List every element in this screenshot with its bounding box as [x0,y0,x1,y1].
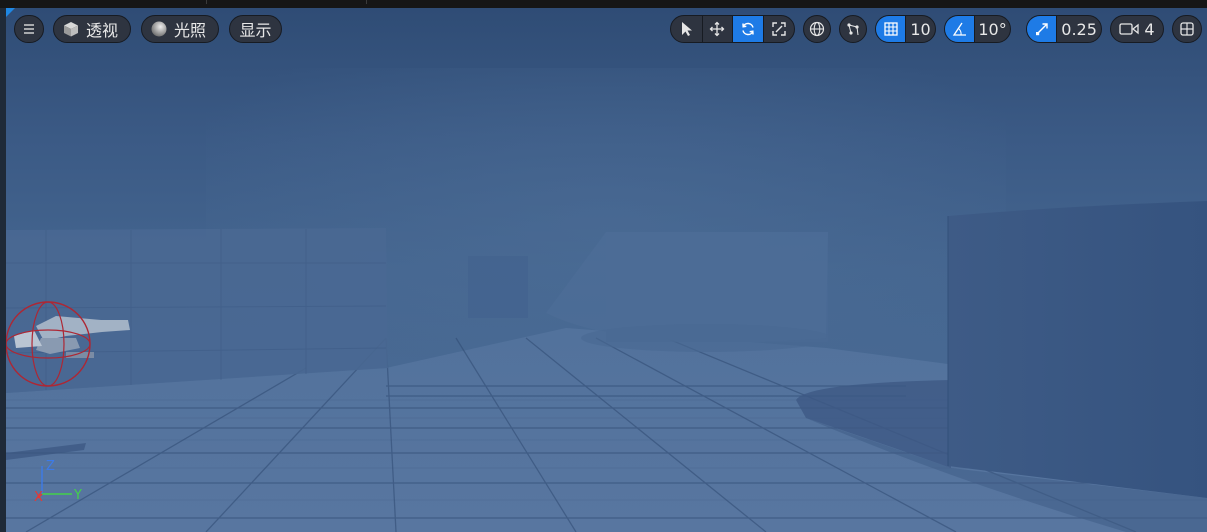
viewport-menu-button[interactable] [14,15,44,43]
lighting-mode-button[interactable]: 光照 [141,15,219,43]
scale-snap-value-text: 0.25 [1061,19,1097,39]
level-viewport[interactable]: 透视 光照 显示 10 10° 0.25 4 Z Y X [0,0,1207,532]
axis-z-label: Z [46,459,55,474]
camera-speed-button[interactable]: 4 [1110,15,1164,43]
move-tool-button[interactable] [702,16,732,42]
axis-y-label: Y [73,488,82,503]
world-local-space-button[interactable] [803,15,831,43]
rotate-icon [742,22,754,36]
far-cube [468,256,528,318]
scale-icon [772,22,786,36]
scale-snap-toggle[interactable] [1027,16,1057,42]
angle-icon [952,22,966,36]
scale-snap-value[interactable]: 0.25 [1057,16,1101,42]
view-mode-button[interactable]: 透视 [53,15,131,43]
right-cylinder [948,201,1207,498]
rotate-tool-button[interactable] [732,16,764,42]
viewport-layout-button[interactable] [1172,15,1202,43]
view-mode-label: 透视 [86,21,119,40]
camera-speed-value: 4 [1144,19,1155,39]
hamburger-menu-icon [24,24,34,34]
rotation-snap-value[interactable]: 10° [975,16,1010,42]
grid-snap-group: 10 [875,15,936,43]
surface-snapping-button[interactable] [839,15,867,43]
rotation-snap-group: 10° [944,15,1011,43]
rotation-snap-value-text: 10° [978,19,1007,39]
move-icon [709,21,725,37]
perspective-cube-icon [64,22,78,37]
viewport-corner-marker [6,8,15,17]
left-wall-block [6,228,388,393]
show-flags-button[interactable]: 显示 [229,15,282,43]
lit-sphere-icon [151,21,167,37]
grid-snap-value[interactable]: 10 [906,16,935,42]
scale-snap-icon [1035,23,1048,36]
layout-icon [1180,22,1194,36]
axis-gizmo: Z Y X [34,459,82,505]
surface-snap-icon [847,23,859,36]
scale-snap-group: 0.25 [1026,15,1102,43]
camera-icon [1119,23,1140,35]
select-tool-button[interactable] [671,16,702,42]
select-icon [682,22,693,36]
axis-x-label: X [34,490,43,505]
viewport-top-border [0,0,1207,8]
grid-snap-toggle[interactable] [876,16,906,42]
rotation-snap-toggle[interactable] [945,16,975,42]
grid-snap-value-text: 10 [910,19,931,39]
show-flags-label: 显示 [239,21,272,40]
scene-render[interactable] [6,8,1207,532]
grid-icon [883,22,898,36]
lighting-mode-label: 光照 [174,21,207,40]
transform-tool-group [670,15,795,43]
globe-icon [809,21,825,37]
scale-tool-button[interactable] [764,16,794,42]
